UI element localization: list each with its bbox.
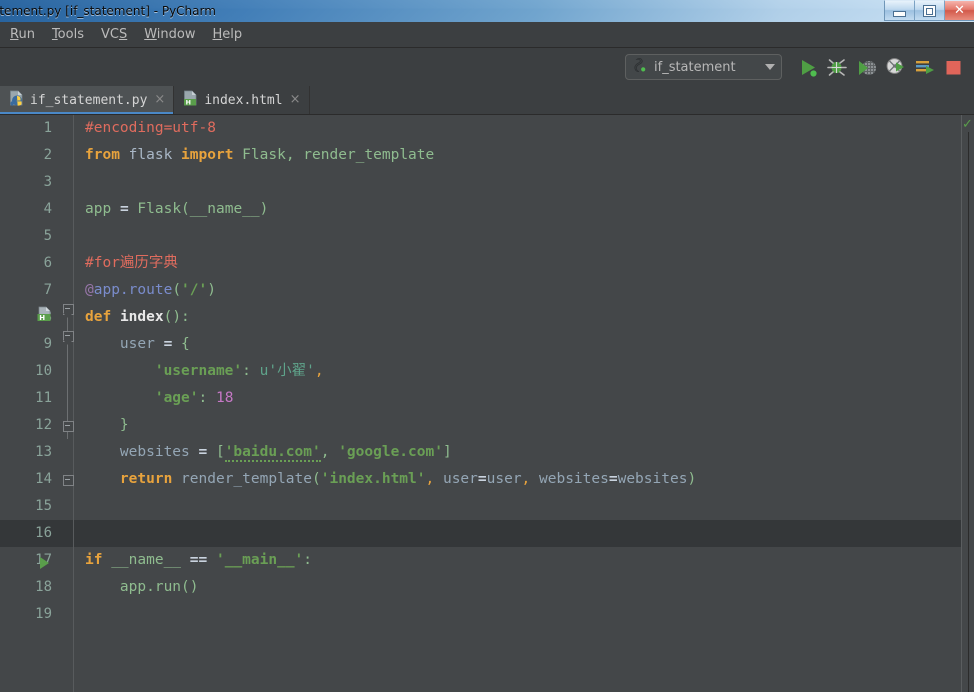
minimize-button[interactable] <box>884 0 914 21</box>
tab-if-statement-py[interactable]: if_statement.py × <box>0 86 175 114</box>
code-line-9: user = { <box>119 336 190 352</box>
code-line-4: app = Flask(__name__) <box>85 201 269 217</box>
code-line-12: } <box>119 417 129 433</box>
window-controls: ✕ <box>884 0 974 21</box>
close-icon[interactable]: × <box>154 93 165 106</box>
run-icon <box>802 59 817 77</box>
menu-item-run[interactable]: Run <box>2 24 44 45</box>
line-number: 16 <box>35 525 52 541</box>
fold-region-line-inner <box>67 338 68 418</box>
line-number: 3 <box>43 174 52 190</box>
profile-icon <box>886 58 904 74</box>
code-line-1: #encoding=utf-8 <box>85 120 216 136</box>
menu-item-help[interactable]: Help <box>205 24 252 45</box>
fold-marker-line-12[interactable] <box>63 421 74 432</box>
code-line-6: #for遍历字典 <box>85 255 178 271</box>
editor-marker-gutter[interactable]: ✓ <box>961 115 974 692</box>
line-number: 2 <box>43 147 52 163</box>
stop-square-icon <box>946 60 961 74</box>
python-file-icon <box>9 90 24 110</box>
chevron-down-icon[interactable] <box>765 64 775 70</box>
close-icon[interactable]: × <box>290 93 301 106</box>
window-title: atement.py [if_statement] - PyCharm <box>0 4 216 18</box>
run-coverage-button[interactable] <box>853 54 880 81</box>
line-number: 19 <box>35 606 52 622</box>
fold-arrow-line-8 <box>63 313 73 318</box>
stop-button[interactable] <box>940 54 967 81</box>
coverage-icon <box>859 60 876 75</box>
current-line-fold-highlight <box>62 520 73 547</box>
editor-tabbar: if_statement.py × H index.html × <box>0 86 974 115</box>
editor-gutter[interactable]: 1 2 3 4 5 6 7 8 9 10 11 12 13 14 15 16 1… <box>0 115 62 692</box>
maximize-button[interactable] <box>914 0 944 21</box>
line-number: 13 <box>35 444 52 460</box>
line-number: 14 <box>35 471 52 487</box>
code-line-17: if __name__ == '__main__': <box>85 552 313 568</box>
main-toolbar: if_statement <box>0 48 974 86</box>
current-line-highlight <box>74 520 961 547</box>
menu-item-tools[interactable]: Tools <box>44 24 93 45</box>
code-editor[interactable]: 1 2 3 4 5 6 7 8 9 10 11 12 13 14 15 16 1… <box>0 115 974 692</box>
close-button[interactable]: ✕ <box>944 0 974 21</box>
code-line-2: from flask import Flask, render_template <box>85 147 435 163</box>
html-file-icon: H <box>183 90 198 110</box>
run-button[interactable] <box>795 54 822 81</box>
tab-label: index.html <box>204 92 283 108</box>
svg-text:H: H <box>186 98 191 106</box>
code-text-area[interactable]: #encoding=utf-8 from flask import Flask,… <box>74 115 961 692</box>
debug-bug-icon <box>827 58 847 76</box>
fold-marker-line-14[interactable] <box>63 475 74 486</box>
code-folding-strip[interactable] <box>62 115 74 692</box>
line-number: 4 <box>43 201 52 217</box>
current-line-gutter-highlight <box>0 520 62 547</box>
code-line-7: @app.route('/') <box>85 282 216 298</box>
scrollbar-track[interactable] <box>968 132 969 692</box>
menubar: Run Tools VCS Window Help <box>0 22 974 48</box>
line-number: 11 <box>35 390 52 406</box>
profile-button[interactable] <box>882 54 909 81</box>
maximize-icon <box>923 4 936 17</box>
code-line-11: 'age': 18 <box>154 390 234 406</box>
debug-button[interactable] <box>824 54 851 81</box>
code-line-18: app.run() <box>119 579 199 595</box>
code-line-8: def index(): <box>85 309 190 325</box>
run-arrow-icon[interactable] <box>40 557 49 569</box>
tab-index-html[interactable]: H index.html × <box>174 86 310 114</box>
close-icon: ✕ <box>954 3 965 18</box>
minimize-icon <box>893 10 906 17</box>
line-number: 9 <box>43 336 52 352</box>
line-number: 15 <box>35 498 52 514</box>
fold-arrow-line-9 <box>63 340 73 345</box>
run-console-button[interactable] <box>911 54 938 81</box>
window-titlebar[interactable]: atement.py [if_statement] - PyCharm ✕ <box>0 0 974 22</box>
tab-label: if_statement.py <box>30 92 148 108</box>
code-line-13: websites = ['baidu.com', 'google.com'] <box>119 444 452 462</box>
line-number: 6 <box>43 255 52 271</box>
line-number: 5 <box>43 228 52 244</box>
run-configuration-selector[interactable]: if_statement <box>625 54 782 80</box>
menu-item-window[interactable]: Window <box>136 24 204 45</box>
line-number: 10 <box>35 363 52 379</box>
python-icon <box>633 57 648 77</box>
html-reference-icon[interactable]: H <box>36 305 53 322</box>
line-number: 12 <box>35 417 52 433</box>
code-line-10: 'username': u'小翟', <box>154 363 324 379</box>
inspection-status-icon[interactable]: ✓ <box>962 117 973 132</box>
svg-text:H: H <box>39 314 45 322</box>
run-configuration-label: if_statement <box>654 59 736 75</box>
menu-item-vcs[interactable]: VCS <box>93 24 136 45</box>
code-line-14: return render_template('index.html', use… <box>119 471 697 487</box>
line-number: 18 <box>35 579 52 595</box>
console-icon <box>915 60 934 74</box>
line-number: 7 <box>43 282 52 298</box>
line-number: 1 <box>43 120 52 136</box>
